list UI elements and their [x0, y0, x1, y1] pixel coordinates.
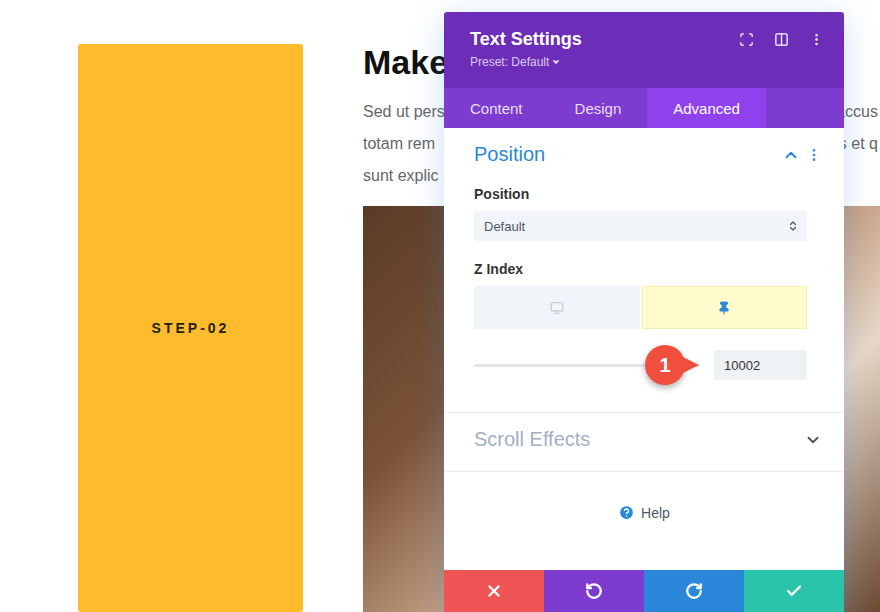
device-tab[interactable] — [474, 286, 640, 329]
modal-header: Text Settings Preset: Default — [444, 12, 844, 88]
cancel-button[interactable] — [444, 570, 544, 612]
tab[interactable]: Advanced — [647, 88, 766, 128]
annotation-badge: 1 — [645, 345, 685, 385]
chevron-down-icon[interactable] — [804, 431, 822, 449]
caret-icon — [551, 57, 561, 67]
help-link[interactable]: Help — [444, 472, 844, 521]
tab-bar: ContentDesignAdvanced — [444, 88, 844, 128]
check-icon — [785, 582, 803, 600]
tab[interactable]: Design — [549, 88, 648, 128]
split-view-icon[interactable] — [774, 32, 789, 47]
modal-title: Text Settings — [470, 29, 582, 50]
page: STEP-02MakeSed ut persaccustotam rems et… — [0, 0, 880, 612]
section-header[interactable]: Position — [474, 143, 822, 166]
fullscreen-icon[interactable] — [739, 32, 754, 47]
zindex-slider-row: 100021 — [474, 350, 807, 380]
close-icon — [485, 582, 503, 600]
step-button[interactable]: STEP-02 — [78, 44, 303, 612]
pin-icon — [717, 301, 731, 315]
settings-modal: Text Settings Preset: Default ContentDesig… — [444, 12, 844, 612]
collapsed-section: Scroll Effects — [444, 413, 844, 472]
field-label: Z Index — [474, 261, 822, 277]
device-tabs — [474, 286, 807, 329]
redo-button[interactable] — [644, 570, 744, 612]
zindex-input[interactable]: 10002 — [714, 350, 807, 380]
preset-dropdown[interactable]: Preset: Default — [470, 55, 582, 69]
more-icon[interactable] — [809, 32, 824, 47]
help-icon — [618, 504, 635, 521]
device-tab[interactable] — [642, 286, 808, 329]
modal-body: PositionPositionDefaultZ Index100021Scro… — [444, 128, 844, 570]
select-arrows-icon — [787, 220, 799, 232]
section-header[interactable]: Scroll Effects — [474, 428, 822, 451]
position-select[interactable]: Default — [474, 211, 807, 241]
field-label: Position — [474, 186, 822, 202]
position-section: PositionPositionDefaultZ Index100021 — [444, 128, 844, 413]
undo-button[interactable] — [544, 570, 644, 612]
modal-footer — [444, 570, 844, 612]
tab[interactable]: Content — [444, 88, 549, 128]
chevron-up-icon[interactable] — [782, 146, 800, 164]
more-icon[interactable] — [806, 147, 822, 163]
save-button[interactable] — [744, 570, 844, 612]
undo-icon — [585, 582, 603, 600]
redo-icon — [685, 582, 703, 600]
desktop-icon — [550, 301, 564, 315]
